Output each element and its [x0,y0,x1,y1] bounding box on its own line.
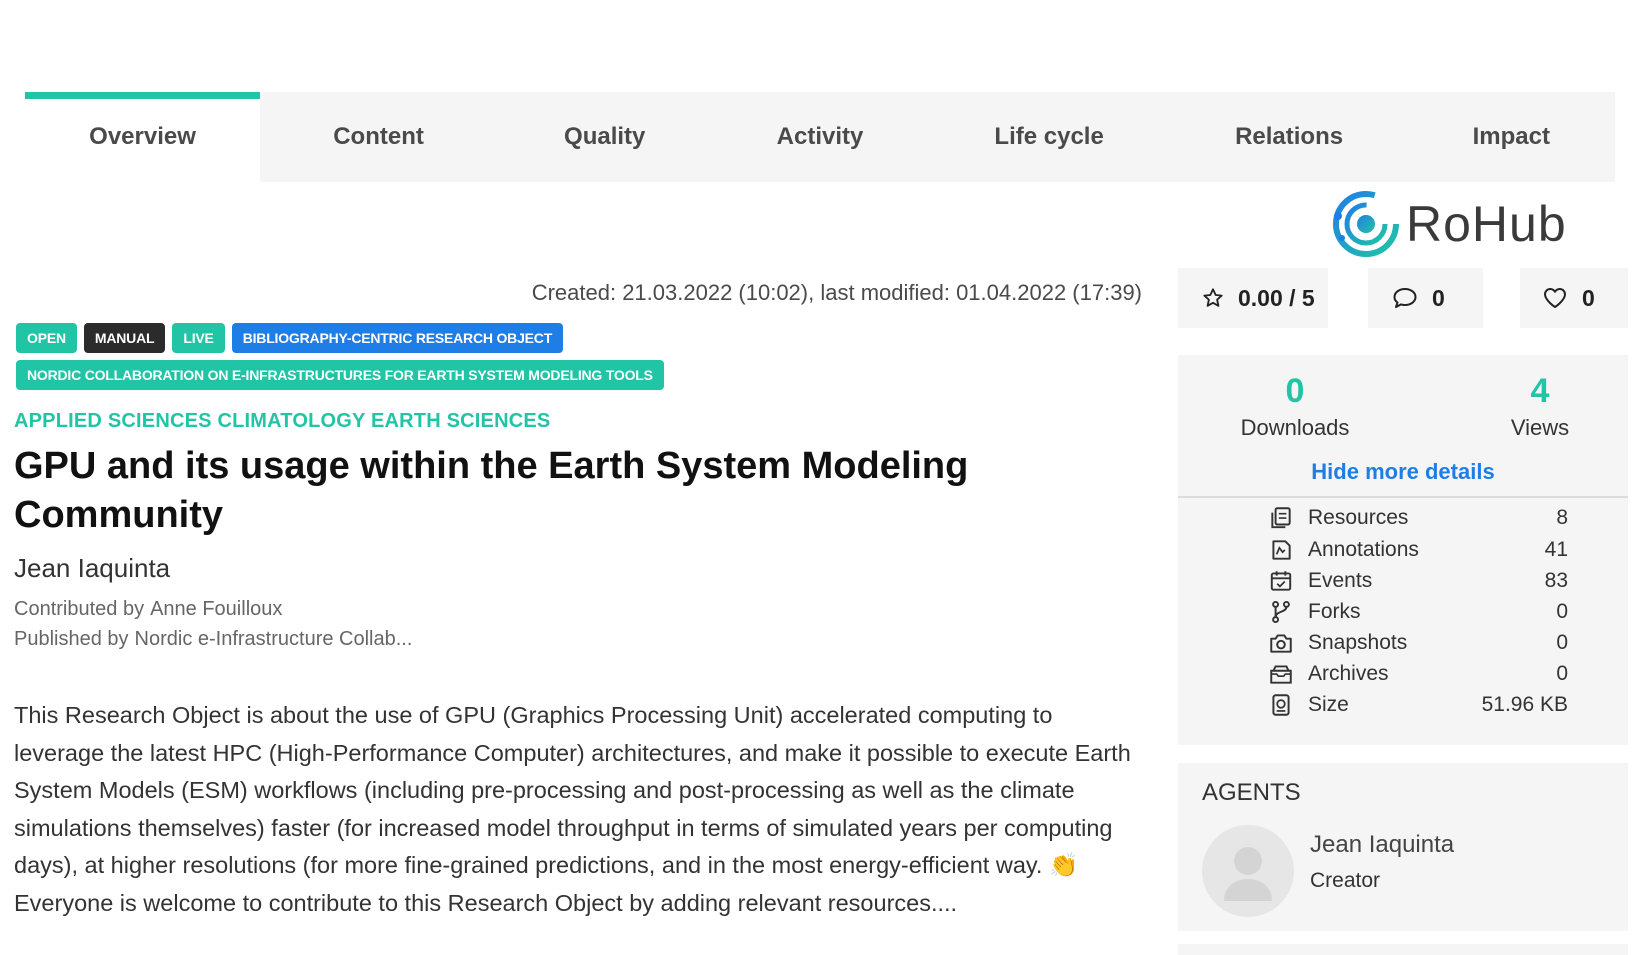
author[interactable]: Jean Iaquinta [14,553,170,584]
agents-title: AGENTS [1202,779,1301,806]
description: This Research Object is about the use of… [14,702,1131,916]
camera-icon [1270,634,1292,653]
user-placeholder-icon [1224,847,1272,901]
archives-icon [1270,665,1292,684]
likes-value: 0 [1582,284,1595,311]
views-value: 4 [1530,372,1550,410]
tab-content[interactable]: Content [260,92,497,182]
agent-role: Creator [1310,869,1381,892]
annotations-icon [1272,540,1291,560]
logo-text: RoHub [1406,196,1567,252]
detail-value: 0 [1556,662,1568,685]
rating-value: 0.00 / 5 [1238,284,1315,311]
detail-label: Size [1308,693,1349,716]
detail-resources: Resources 8 [1268,503,1568,533]
detail-value: 8 [1556,506,1568,529]
hide-details-link[interactable]: Hide more details [1178,459,1628,485]
badge-open[interactable]: OPEN [16,323,77,353]
views-stat: 4 Views [1470,371,1610,441]
detail-snapshots: Snapshots 0 [1268,628,1568,658]
tab-relations[interactable]: Relations [1171,92,1408,182]
published-value[interactable]: Nordic e-Infrastructure Collab... [135,628,413,650]
divider [1178,496,1628,498]
events-icon [1270,571,1292,591]
comments-stat[interactable]: 0 [1368,268,1483,328]
badge-type[interactable]: BIBLIOGRAPHY-CENTRIC RESEARCH OBJECT [231,323,564,353]
downloads-stat: 0 Downloads [1225,371,1365,441]
downloads-value: 0 [1285,372,1305,410]
published-by: Published by Nordic e-Infrastructure Coll… [14,628,412,651]
agent-name[interactable]: Jean Iaquinta [1310,831,1454,859]
detail-value: 0 [1556,600,1568,623]
tab-bar: Overview Content Quality Activity Life c… [25,92,1615,182]
badge-manual[interactable]: MANUAL [83,323,166,353]
detail-value: 83 [1544,569,1568,592]
detail-label: Events [1308,569,1373,592]
rating-stat[interactable]: 0.00 / 5 [1178,268,1328,328]
heart-icon [1544,288,1566,308]
detail-label: Snapshots [1308,631,1408,654]
tab-life-cycle[interactable]: Life cycle [928,92,1171,182]
published-label: Published by [14,628,129,650]
contributed-label: Contributed by [14,598,145,620]
star-icon [1203,288,1223,307]
forks-icon [1272,600,1290,624]
detail-value: 41 [1544,538,1568,561]
badge-community[interactable]: NORDIC COLLABORATION ON E-INFRASTRUCTURE… [16,360,664,390]
disciplines[interactable]: APPLIED SCIENCES CLIMATOLOGY EARTH SCIEN… [14,410,550,433]
detail-label: Forks [1308,600,1361,623]
detail-label: Archives [1308,662,1389,685]
agents-panel: AGENTS Jean Iaquinta Creator [1178,763,1628,931]
detail-forks: Forks 0 [1268,597,1568,627]
size-icon [1272,694,1290,716]
rohub-logo[interactable]: RoHub [1328,188,1567,260]
tab-impact[interactable]: Impact [1408,92,1615,182]
downloads-label: Downloads [1240,415,1350,440]
avatar[interactable] [1202,825,1294,917]
resources-icon [1271,507,1291,529]
page-title: GPU and its usage within the Earth Syste… [14,445,969,536]
tab-activity[interactable]: Activity [712,92,927,182]
detail-archives: Archives 0 [1268,659,1568,689]
detail-value: 51.96 KB [1481,693,1568,716]
contributed-value[interactable]: Anne Fouilloux [150,598,282,620]
rohub-logo-icon [1333,191,1399,257]
badge-live[interactable]: LIVE [172,323,225,353]
detail-label: Resources [1308,506,1409,529]
tab-quality[interactable]: Quality [497,92,712,182]
badge-group: OPEN MANUAL LIVE BIBLIOGRAPHY-CENTRIC RE… [16,323,1116,397]
comments-value: 0 [1432,284,1445,311]
views-label: Views [1510,415,1570,440]
detail-value: 0 [1556,631,1568,654]
likes-stat[interactable]: 0 [1520,268,1628,328]
tab-overview[interactable]: Overview [25,92,261,182]
dates-info: Created: 21.03.2022 (10:02), last modifi… [531,280,1142,305]
next-panel [1178,944,1628,955]
detail-size: Size 51.96 KB [1268,690,1568,720]
detail-events: Events 83 [1268,566,1568,596]
comment-icon [1393,288,1417,308]
detail-label: Annotations [1308,538,1419,561]
contributed-by: Contributed by Anne Fouilloux [14,598,282,621]
stats-panel: 0 Downloads 4 Views Hide more details Re… [1178,355,1628,745]
detail-annotations: Annotations 41 [1268,535,1568,565]
